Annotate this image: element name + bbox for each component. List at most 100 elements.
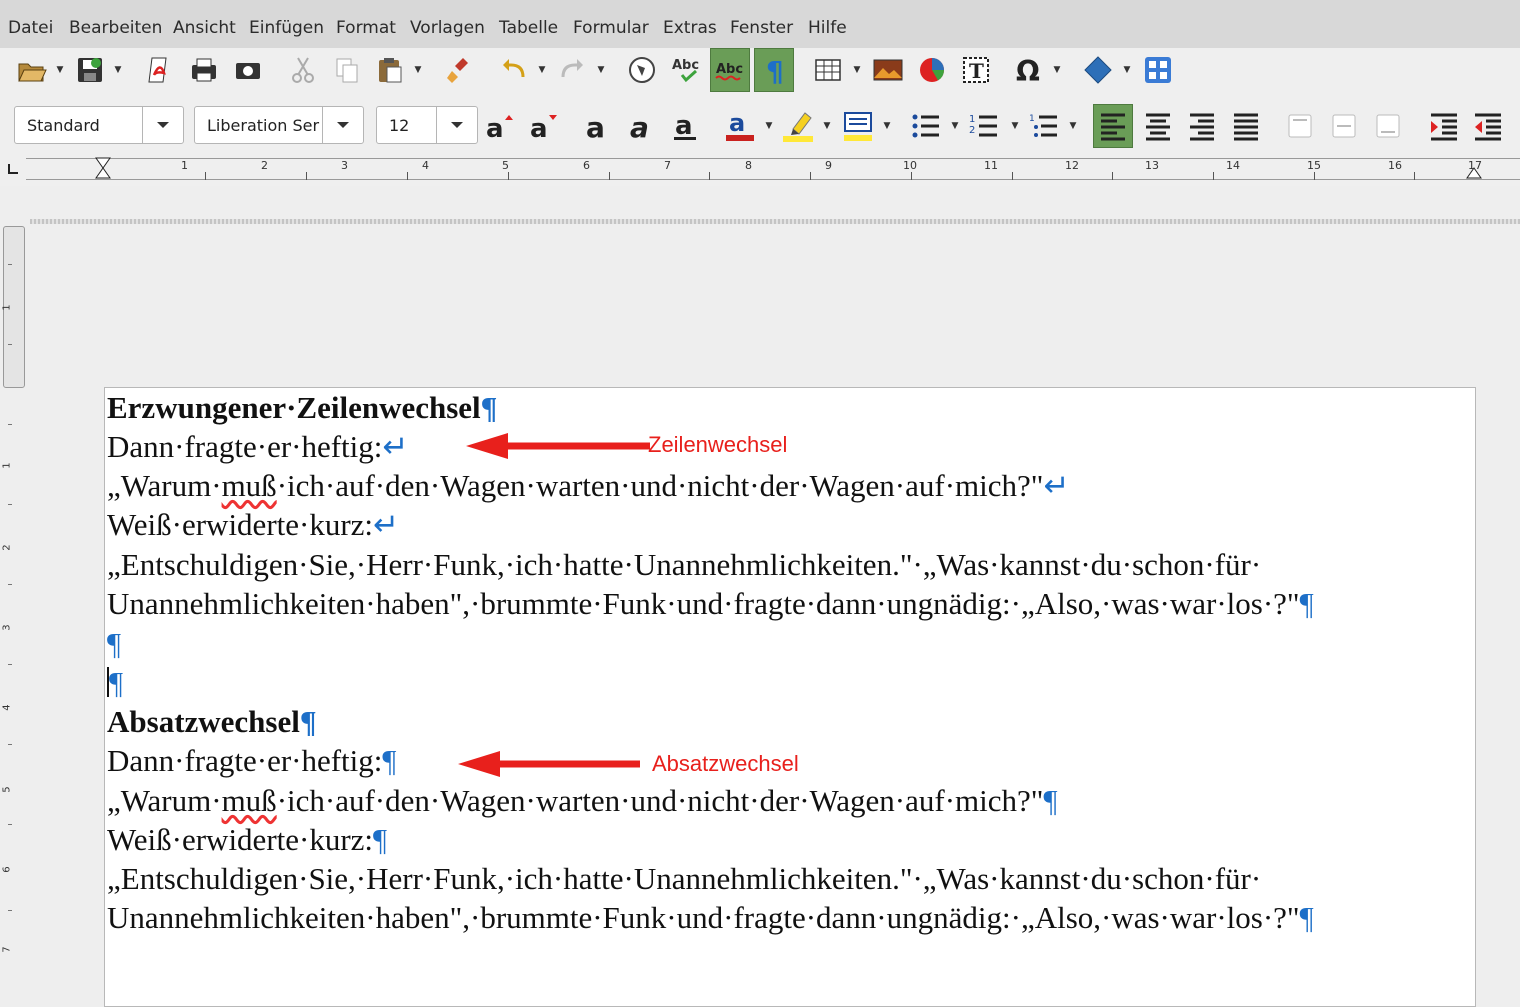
unordered-list-icon[interactable] — [906, 104, 946, 148]
basic-shapes-icon[interactable] — [1078, 48, 1118, 92]
cut-icon[interactable] — [283, 48, 323, 92]
undo-dropdown-icon[interactable]: ▼ — [535, 48, 549, 92]
menu-extras[interactable]: Extras — [663, 18, 717, 38]
unordered-list-dropdown-icon[interactable]: ▼ — [948, 104, 962, 148]
save-icon[interactable] — [70, 48, 110, 92]
background-dropdown-icon[interactable]: ▼ — [880, 104, 894, 148]
outline-list-dropdown-icon[interactable]: ▼ — [1066, 104, 1080, 148]
empty-paragraph[interactable]: ¶ — [107, 626, 121, 662]
character-background-icon[interactable] — [838, 104, 878, 148]
text-span: ·ich·auf·den·Wagen·warten·und·nicht·der·… — [276, 468, 1044, 503]
redo-icon[interactable] — [552, 48, 592, 92]
copy-icon[interactable] — [327, 48, 367, 92]
highlighting-dropdown-icon[interactable]: ▼ — [820, 104, 834, 148]
paragraph-style-combo[interactable]: Standard — [14, 106, 184, 144]
navigator-icon[interactable] — [622, 48, 662, 92]
auto-spellcheck-icon[interactable]: Abc — [710, 48, 750, 92]
text-line[interactable]: Dann·fragte·er·heftig:¶ — [107, 743, 396, 779]
underline-icon[interactable]: a — [666, 104, 706, 148]
insert-chart-icon[interactable] — [912, 48, 952, 92]
paragraph-style-dropdown-icon[interactable] — [142, 107, 183, 143]
save-dropdown-icon[interactable]: ▼ — [111, 48, 125, 92]
menu-einfuegen[interactable]: Einfügen — [249, 18, 324, 38]
ordered-list-icon[interactable]: 12 — [964, 104, 1004, 148]
ruler-number: 15 — [1307, 159, 1321, 172]
decrease-font-size-icon[interactable]: a — [524, 104, 564, 148]
form-controls-icon[interactable] — [1138, 48, 1178, 92]
text-line[interactable]: „Entschuldigen·Sie,·Herr·Funk,·ich·hatte… — [107, 547, 1261, 583]
menu-ansicht[interactable]: Ansicht — [173, 18, 236, 38]
horizontal-ruler[interactable]: 1 2 3 4 5 6 7 8 9 10 11 12 13 14 15 16 1… — [0, 150, 1520, 186]
font-size-dropdown-icon[interactable] — [436, 107, 477, 143]
justify-icon[interactable] — [1226, 104, 1266, 148]
align-middle-icon[interactable] — [1324, 104, 1364, 148]
ruler-tick — [810, 172, 811, 180]
decrease-indent-icon[interactable] — [1468, 104, 1508, 148]
menu-datei[interactable]: Datei — [8, 18, 53, 38]
font-size-combo[interactable]: 12 — [376, 106, 478, 144]
print-icon[interactable] — [184, 48, 224, 92]
bold-icon[interactable]: a — [578, 104, 618, 148]
align-bottom-icon[interactable] — [1368, 104, 1408, 148]
font-name-combo[interactable]: Liberation Ser — [194, 106, 364, 144]
insert-textbox-icon[interactable]: T — [956, 48, 996, 92]
empty-paragraph[interactable]: ¶ — [107, 665, 123, 701]
open-icon[interactable] — [12, 48, 52, 92]
align-center-icon[interactable] — [1138, 104, 1178, 148]
italic-icon[interactable]: a — [622, 104, 662, 148]
menu-format[interactable]: Format — [336, 18, 396, 38]
text-line[interactable]: Dann·fragte·er·heftig:↵ — [107, 429, 408, 465]
menu-tabelle[interactable]: Tabelle — [499, 18, 558, 38]
pilcrow-mark: ¶ — [109, 665, 124, 700]
align-top-icon[interactable] — [1280, 104, 1320, 148]
font-color-icon[interactable]: a — [720, 104, 760, 148]
redo-dropdown-icon[interactable]: ▼ — [594, 48, 608, 92]
heading-line-break[interactable]: Erzwungener·Zeilenwechsel¶ — [107, 390, 497, 426]
formatting-marks-icon[interactable]: ¶ — [754, 48, 794, 92]
align-left-icon[interactable] — [1093, 104, 1133, 148]
special-character-icon[interactable]: Ω — [1008, 48, 1048, 92]
increase-indent-icon[interactable] — [1424, 104, 1464, 148]
text-line[interactable]: „Warum·muß·ich·auf·den·Wagen·warten·und·… — [107, 468, 1069, 504]
shapes-dropdown-icon[interactable]: ▼ — [1120, 48, 1134, 92]
insert-table-icon[interactable] — [808, 48, 848, 92]
menu-hilfe[interactable]: Hilfe — [808, 18, 847, 38]
align-right-icon[interactable] — [1182, 104, 1222, 148]
increase-font-size-icon[interactable]: a — [480, 104, 520, 148]
heading-paragraph-break[interactable]: Absatzwechsel¶ — [107, 704, 317, 740]
highlighting-icon[interactable] — [778, 104, 818, 148]
text-line[interactable]: „Warum·muß·ich·auf·den·Wagen·warten·und·… — [107, 783, 1058, 819]
clone-formatting-icon[interactable] — [441, 48, 481, 92]
text-line[interactable]: „Entschuldigen·Sie,·Herr·Funk,·ich·hatte… — [107, 861, 1261, 897]
ordered-list-dropdown-icon[interactable]: ▼ — [1008, 104, 1022, 148]
menu-fenster[interactable]: Fenster — [730, 18, 793, 38]
menu-formular[interactable]: Formular — [573, 18, 649, 38]
export-pdf-icon[interactable] — [139, 48, 179, 92]
font-name-dropdown-icon[interactable] — [322, 107, 363, 143]
left-indent-marker-icon[interactable] — [94, 156, 112, 180]
open-dropdown-icon[interactable]: ▼ — [53, 48, 67, 92]
menu-bearbeiten[interactable]: Bearbeiten — [69, 18, 162, 38]
insert-image-icon[interactable] — [868, 48, 908, 92]
font-color-dropdown-icon[interactable]: ▼ — [762, 104, 776, 148]
document-page[interactable]: Erzwungener·Zeilenwechsel¶ Dann·fragte·e… — [104, 387, 1476, 1007]
text-line[interactable]: Weiß·erwiderte·kurz:↵ — [107, 507, 399, 543]
spellcheck-icon[interactable]: Abc — [666, 48, 706, 92]
misspelled-word[interactable]: muß — [222, 783, 277, 818]
misspelled-word[interactable]: muß — [222, 468, 277, 503]
outline-list-icon[interactable]: 1 — [1024, 104, 1064, 148]
ruler-number: 8 — [745, 159, 752, 172]
text-line[interactable]: Unannehmlichkeiten·haben",·brummte·Funk·… — [107, 586, 1314, 622]
text-line[interactable]: Unannehmlichkeiten·haben",·brummte·Funk·… — [107, 900, 1314, 936]
print-preview-icon[interactable] — [228, 48, 268, 92]
vertical-ruler[interactable]: 1 1 2 3 4 5 6 7 — [0, 224, 28, 990]
special-character-dropdown-icon[interactable]: ▼ — [1050, 48, 1064, 92]
table-dropdown-icon[interactable]: ▼ — [850, 48, 864, 92]
text-line[interactable]: Weiß·erwiderte·kurz:¶ — [107, 822, 387, 858]
paste-dropdown-icon[interactable]: ▼ — [411, 48, 425, 92]
paste-icon[interactable] — [370, 48, 410, 92]
tab-type-icon[interactable] — [8, 164, 18, 174]
arrow-line-break-icon — [466, 433, 650, 459]
undo-icon[interactable] — [494, 48, 534, 92]
menu-vorlagen[interactable]: Vorlagen — [410, 18, 485, 38]
